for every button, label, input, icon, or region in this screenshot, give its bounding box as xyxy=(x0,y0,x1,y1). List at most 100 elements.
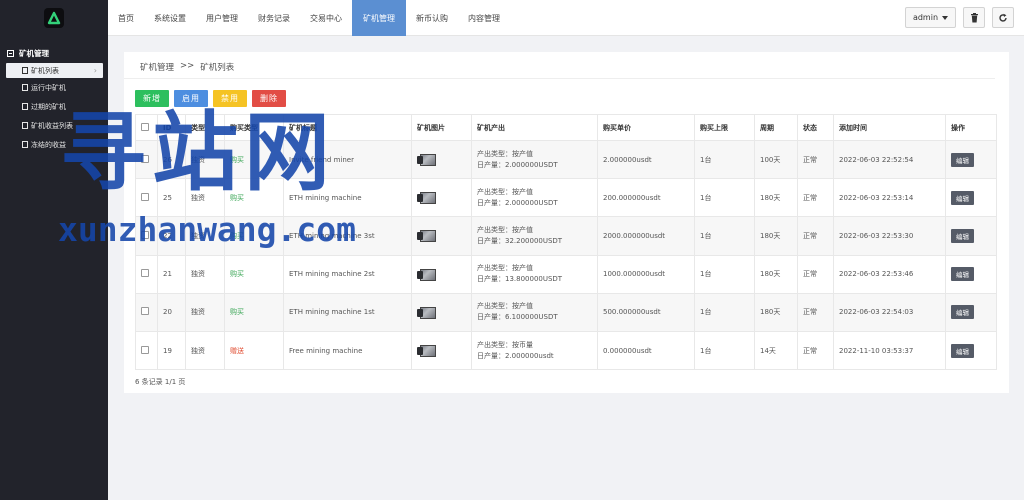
tab-content-management[interactable]: 内容管理 xyxy=(458,0,510,36)
edit-button[interactable]: 编辑 xyxy=(951,343,974,358)
breadcrumb: 矿机管理 >> 矿机列表 xyxy=(140,61,234,73)
cell-limit: 1台 xyxy=(694,178,755,218)
cell-buy-type: 购买 xyxy=(224,292,284,332)
refresh-button[interactable] xyxy=(992,7,1014,28)
cell-limit: 1台 xyxy=(694,330,755,371)
col-operation: 操作 xyxy=(945,114,997,141)
miner-image xyxy=(417,190,439,205)
cell-status: 正常 xyxy=(797,178,834,218)
cell-price: 0.000000usdt xyxy=(597,330,695,371)
tab-finance-records[interactable]: 财务记录 xyxy=(248,0,300,36)
logo-area xyxy=(0,0,108,36)
edit-button[interactable]: 编辑 xyxy=(951,305,974,320)
col-output: 矿机产出 xyxy=(471,114,598,141)
sidebar-group-label: 矿机管理 xyxy=(19,48,49,58)
row-checkbox[interactable] xyxy=(141,345,149,354)
top-nav: 首页 系统设置 用户管理 财务记录 交易中心 矿机管理 新币认购 内容管理 xyxy=(108,0,1024,36)
trash-button[interactable] xyxy=(963,7,985,28)
logo-a-icon xyxy=(47,11,61,25)
sidebar-item-label: 运行中矿机 xyxy=(31,83,66,92)
cell-price: 2.000000usdt xyxy=(597,139,695,180)
miner-image xyxy=(417,152,439,167)
sidebar-item-miner-list[interactable]: 矿机列表 › xyxy=(6,63,103,78)
cell-output-daily: 日产量：2.000000usdt xyxy=(477,351,554,360)
cell-limit: 1台 xyxy=(694,139,755,180)
admin-label: admin xyxy=(912,13,939,22)
cell-buy-type: 赠送 xyxy=(224,330,284,371)
col-image: 矿机图片 xyxy=(411,114,472,141)
cell-cycle: 180天 xyxy=(754,178,798,218)
cell-price: 2000.000000usdt xyxy=(597,216,695,256)
cell-output-daily: 日产量：6.100000USDT xyxy=(477,313,558,322)
tab-new-coin-subscription[interactable]: 新币认购 xyxy=(406,0,458,36)
cell-added-time: 2022-06-03 22:53:30 xyxy=(833,216,946,256)
col-price: 购买单价 xyxy=(597,114,695,141)
caret-down-icon xyxy=(942,15,949,20)
breadcrumb-separator: >> xyxy=(180,61,195,71)
cell-price: 500.000000usdt xyxy=(597,292,695,332)
cell-cycle: 14天 xyxy=(754,330,798,371)
cell-output-type: 产出类型：按产值 xyxy=(477,302,533,311)
cell-limit: 1台 xyxy=(694,216,755,256)
cell-output-daily: 日产量：13.800000USDT xyxy=(477,275,563,284)
cell-limit: 1台 xyxy=(694,254,755,294)
tab-user-management[interactable]: 用户管理 xyxy=(196,0,248,36)
cell-status: 正常 xyxy=(797,216,834,256)
cell-output-type: 产出类型：按产值 xyxy=(477,149,533,158)
row-checkbox[interactable] xyxy=(141,307,149,316)
cell-cycle: 180天 xyxy=(754,216,798,256)
table-row: 20 独资 购买 ETH mining machine 1st 产出类型：按产值… xyxy=(135,292,997,332)
tab-miner-management[interactable]: 矿机管理 xyxy=(352,0,406,36)
cell-status: 正常 xyxy=(797,330,834,371)
refresh-icon xyxy=(999,13,1007,22)
cell-cycle: 180天 xyxy=(754,292,798,332)
watermark-url: xunzhanwang.com xyxy=(58,210,357,249)
miner-image xyxy=(417,228,439,243)
cell-added-time: 2022-11-10 03:53:37 xyxy=(833,330,946,371)
cell-output-daily: 日产量：2.000000USDT xyxy=(477,160,558,169)
tab-home[interactable]: 首页 xyxy=(108,0,144,36)
cell-status: 正常 xyxy=(797,292,834,332)
miner-image xyxy=(417,305,439,320)
cell-added-time: 2022-06-03 22:52:54 xyxy=(833,139,946,180)
top-right-controls: admin xyxy=(905,7,1014,28)
cell-title: Free mining machine xyxy=(283,330,412,371)
breadcrumb-current: 矿机列表 xyxy=(200,63,235,73)
cell-price: 200.000000usdt xyxy=(597,178,695,218)
document-icon xyxy=(22,84,28,91)
collapse-icon xyxy=(7,49,14,57)
col-limit: 购买上限 xyxy=(694,114,755,141)
admin-dropdown[interactable]: admin xyxy=(905,7,956,28)
watermark-text: 寻站网 xyxy=(60,103,336,203)
document-icon xyxy=(22,122,28,129)
cell-cycle: 180天 xyxy=(754,254,798,294)
edit-button[interactable]: 编辑 xyxy=(951,267,974,282)
table-row: 21 独资 购买 ETH mining machine 2st 产出类型：按产值… xyxy=(135,254,997,294)
cell-output-daily: 日产量：32.200000USDT xyxy=(477,236,563,245)
chevron-right-icon: › xyxy=(93,66,97,75)
tab-system-settings[interactable]: 系统设置 xyxy=(144,0,196,36)
row-checkbox[interactable] xyxy=(141,269,149,278)
cell-cycle: 100天 xyxy=(754,139,798,180)
edit-button[interactable]: 编辑 xyxy=(951,190,974,205)
miner-image xyxy=(417,343,439,358)
app-logo[interactable] xyxy=(44,8,64,28)
sidebar-item-running-miners[interactable]: 运行中矿机 xyxy=(0,78,108,97)
sidebar-group-miner-management[interactable]: 矿机管理 xyxy=(0,43,108,63)
sidebar-item-label: 矿机列表 xyxy=(31,66,59,75)
edit-button[interactable]: 编辑 xyxy=(951,152,974,167)
cell-title: ETH mining machine 2st xyxy=(283,254,412,294)
cell-limit: 1台 xyxy=(694,292,755,332)
document-icon xyxy=(22,103,28,110)
cell-title: ETH mining machine 1st xyxy=(283,292,412,332)
col-status: 状态 xyxy=(797,114,834,141)
cell-output-type: 产出类型：按产值 xyxy=(477,264,533,273)
divider xyxy=(124,78,995,79)
col-cycle: 周期 xyxy=(754,114,798,141)
breadcrumb-parent[interactable]: 矿机管理 xyxy=(140,61,174,73)
tab-trading-center[interactable]: 交易中心 xyxy=(300,0,352,36)
edit-button[interactable]: 编辑 xyxy=(951,228,974,243)
trash-icon xyxy=(970,12,978,22)
cell-id: 21 xyxy=(157,254,186,294)
cell-added-time: 2022-06-03 22:54:03 xyxy=(833,292,946,332)
